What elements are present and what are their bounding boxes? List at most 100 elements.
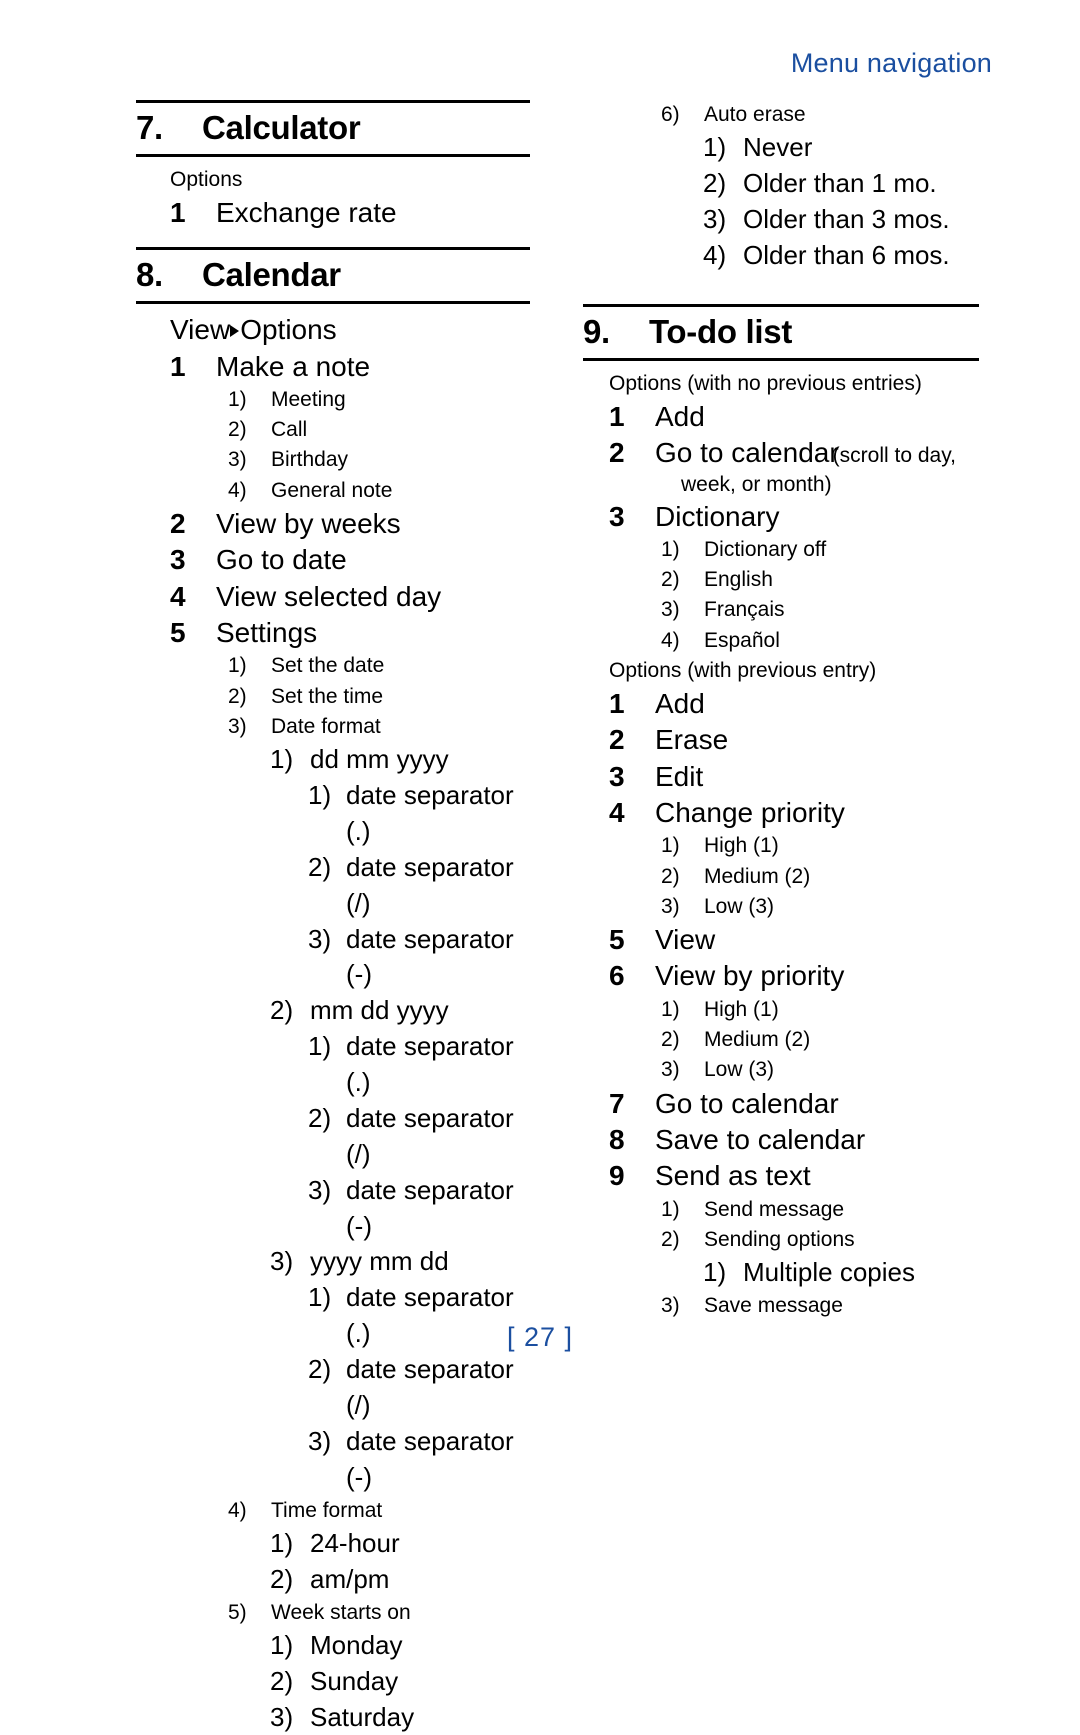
item-label: Low (3) <box>704 894 775 918</box>
list-item: 1) Never <box>583 130 979 166</box>
item-marker: 2) <box>228 684 247 708</box>
item-marker: 5) <box>228 1600 247 1624</box>
list-item: 4 Change priority <box>583 795 979 831</box>
item-label: Week starts on <box>271 1600 411 1624</box>
item-marker: 2) <box>661 568 680 592</box>
options-caption-no-entries: Options (with no previous entries) <box>609 371 922 395</box>
item-marker: 2) <box>661 864 680 888</box>
view-options-caption: View Options <box>136 312 530 348</box>
list-item: 3) Save message <box>583 1291 979 1321</box>
item-marker: 3) <box>228 448 247 472</box>
section-heading-calculator: 7. Calculator <box>136 100 530 157</box>
item-label: Auto erase <box>704 103 806 126</box>
list-item: 8 Save to calendar <box>583 1122 979 1158</box>
list-item: 2) English <box>583 565 979 595</box>
list-item: 4) Older than 6 mos. <box>583 238 979 274</box>
list-item: 3) Birthday <box>136 445 530 475</box>
item-marker: 2) <box>270 995 294 1026</box>
item-label: Date format <box>271 714 381 738</box>
item-marker: 3) <box>228 714 247 738</box>
item-marker: 4 <box>609 796 625 828</box>
item-label: mm dd yyyy <box>310 995 449 1026</box>
list-item: 6) Auto erase <box>583 100 979 130</box>
item-marker: 3) <box>308 923 332 954</box>
item-marker: 1 <box>170 196 186 228</box>
list-item: 1) High (1) <box>583 831 979 861</box>
list-item: 1) Send message <box>583 1195 979 1225</box>
list-item: 2 View by weeks <box>136 506 530 542</box>
list-item: 7 Go to calendar <box>583 1086 979 1122</box>
item-label: am/pm <box>310 1563 390 1594</box>
item-marker: 1 <box>609 687 625 719</box>
item-label: date separator (/) <box>346 1354 514 1420</box>
item-label: Français <box>704 598 785 622</box>
list-item: 3) Low (3) <box>583 1055 979 1085</box>
item-label: Dictionary <box>655 500 780 532</box>
item-marker: 1) <box>228 387 247 411</box>
item-marker: 4) <box>228 478 247 502</box>
options-caption-with-entry: Options (with previous entry) <box>609 658 877 682</box>
list-item: 1 Make a note <box>136 349 530 385</box>
list-item: 3 Edit <box>583 759 979 795</box>
item-marker: 1) <box>270 1527 294 1558</box>
item-label: Add <box>655 400 705 432</box>
options-caption: Options <box>170 168 243 191</box>
item-label: Add <box>655 687 705 719</box>
list-item: 3) date separator (-) <box>136 1424 530 1496</box>
go-to-calendar-note: (scroll to day, <box>832 443 956 467</box>
auto-erase-continuation: 6) Auto erase 1) Never 2) Older than 1 m… <box>583 100 979 274</box>
item-marker: 1) <box>270 1629 294 1660</box>
calculator-body: Options 1 Exchange rate <box>136 157 530 231</box>
item-marker: 4) <box>228 1498 247 1522</box>
item-marker: 3 <box>609 760 625 792</box>
item-label: Monday <box>310 1629 403 1660</box>
item-marker: 1) <box>703 132 727 163</box>
item-label: Dictionary off <box>704 538 827 562</box>
list-item: 1 Exchange rate <box>136 195 530 231</box>
item-marker: 3) <box>661 598 680 622</box>
item-label: Exchange rate <box>216 196 397 228</box>
item-label: Multiple copies <box>743 1257 915 1288</box>
running-head: Menu navigation <box>790 48 992 78</box>
item-label: View <box>655 924 716 956</box>
list-item: 2) mm dd yyyy <box>136 993 530 1029</box>
item-label: Saturday <box>310 1701 415 1732</box>
list-item: 3) date separator (-) <box>136 922 530 994</box>
item-label: Go to calendar(scroll to day, <box>655 435 979 471</box>
list-item: 5) Week starts on <box>136 1598 530 1628</box>
list-item: 2) Set the time <box>136 682 530 712</box>
list-item: 1) Dictionary off <box>583 535 979 565</box>
list-item: 1) 24-hour <box>136 1526 530 1562</box>
list-item: 2) Call <box>136 415 530 445</box>
item-label: date separator (-) <box>346 1174 514 1241</box>
section-heading-calendar: 8. Calendar <box>136 247 530 305</box>
item-label: Medium (2) <box>704 1028 811 1052</box>
item-label: Change priority <box>655 796 845 828</box>
list-item: 4) General note <box>136 476 530 506</box>
item-label: dd mm yyyy <box>310 744 449 775</box>
list-item: 1) Meeting <box>136 385 530 415</box>
item-marker: 3) <box>703 203 727 234</box>
list-item: 1) Multiple copies <box>583 1255 979 1291</box>
list-item: 1) Monday <box>136 1628 530 1664</box>
item-label: Older than 6 mos. <box>743 239 950 270</box>
manual-page: Menu navigation 7. Calculator Options 1 … <box>0 0 1080 1732</box>
item-marker: 3) <box>270 1246 294 1277</box>
item-label: High (1) <box>704 997 779 1021</box>
item-label: Make a note <box>216 350 371 382</box>
item-marker: 4 <box>170 580 186 612</box>
item-marker: 2 <box>609 436 625 468</box>
page-number: [ 27 ] <box>506 1322 574 1352</box>
item-label: Save to calendar <box>655 1123 866 1155</box>
section-title: To-do list <box>649 312 793 350</box>
go-to-calendar-label: Go to calendar <box>655 436 839 468</box>
item-marker: 2) <box>661 1028 680 1052</box>
list-item: 2) Older than 1 mo. <box>583 166 979 202</box>
item-marker: 6 <box>609 960 625 992</box>
item-marker: 3 <box>170 544 186 576</box>
list-item-go-to-calendar: 2 Go to calendar(scroll to day, <box>583 435 979 471</box>
item-label: Go to date <box>216 544 347 576</box>
item-marker: 1 <box>609 400 625 432</box>
item-marker: 4) <box>703 239 727 270</box>
